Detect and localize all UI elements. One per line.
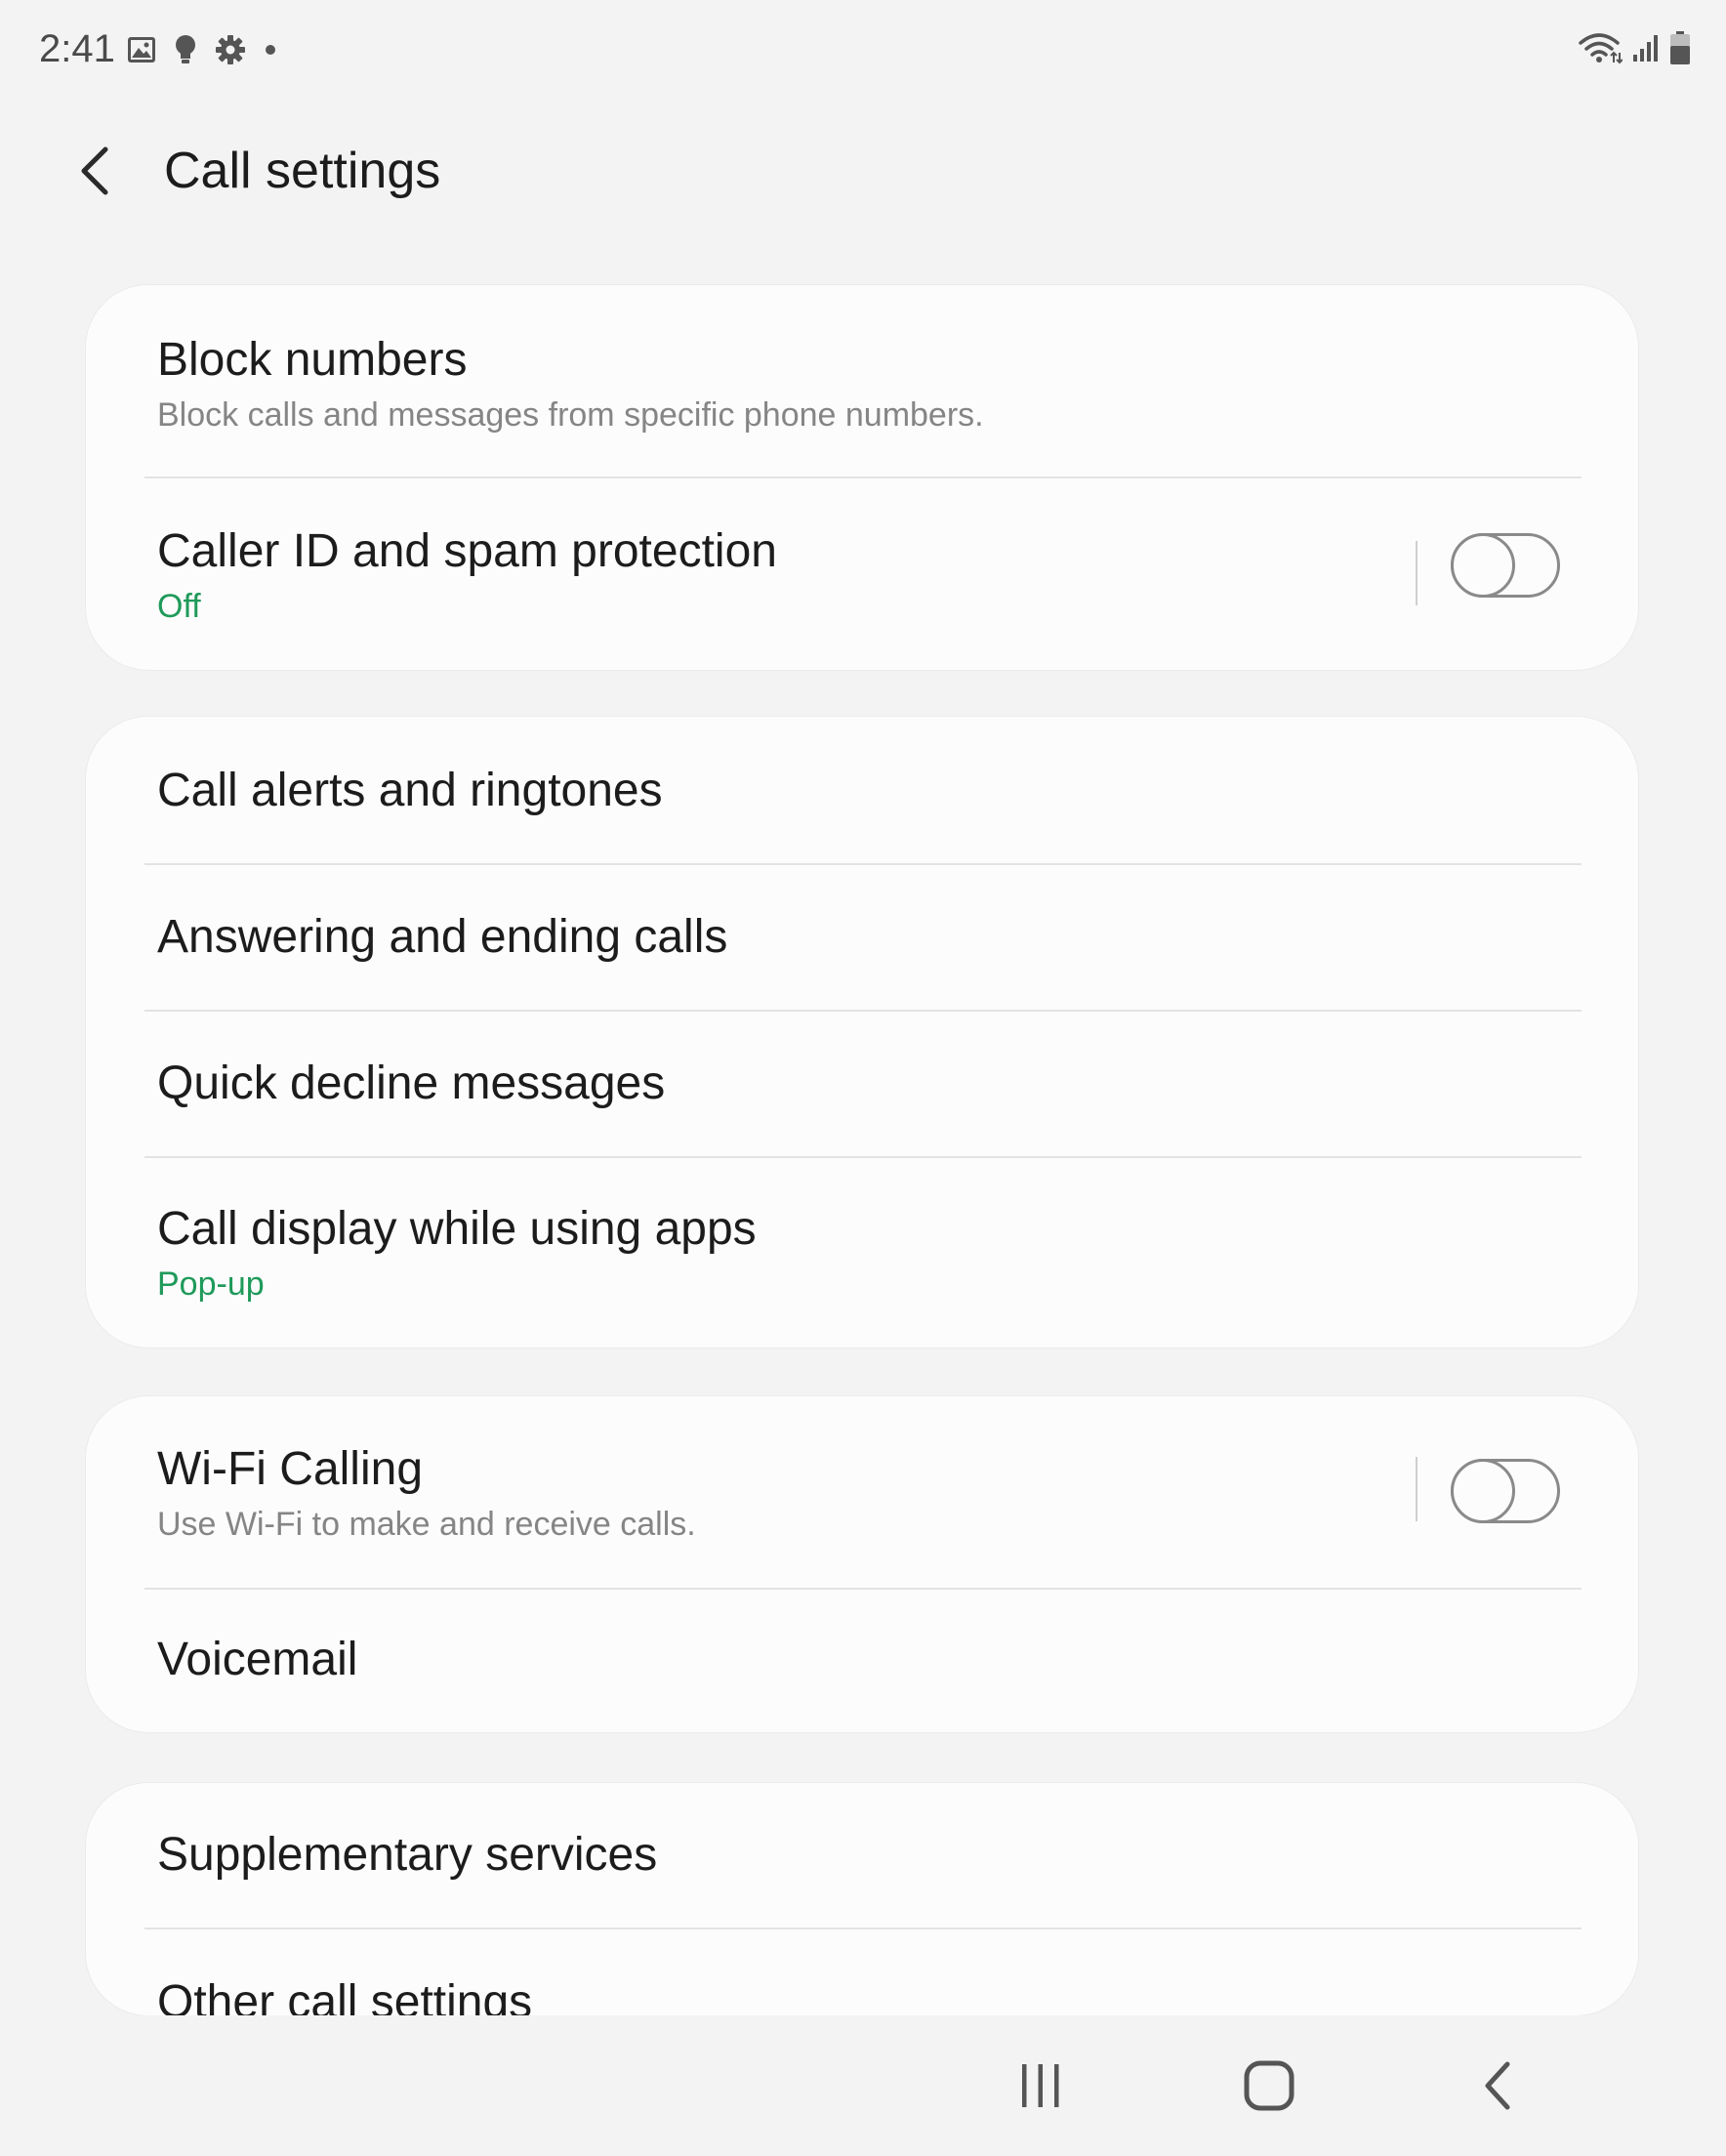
toggle-knob	[1451, 533, 1515, 598]
status-bar: 2:41	[0, 0, 1726, 98]
status-icons-left	[127, 29, 277, 70]
caller-id-spam-status: Off	[157, 588, 201, 625]
call-display-title: Call display while using apps	[157, 1203, 757, 1255]
recent-apps-button[interactable]	[992, 2037, 1089, 2135]
signal-icon	[1632, 33, 1660, 62]
quick-decline-item[interactable]: Quick decline messages	[86, 1012, 1638, 1156]
quick-decline-title: Quick decline messages	[157, 1057, 666, 1109]
status-icons-right	[1578, 27, 1691, 68]
answering-ending-title: Answering and ending calls	[157, 911, 728, 963]
gallery-icon	[127, 36, 156, 63]
call-alerts-item[interactable]: Call alerts and ringtones	[86, 717, 1638, 863]
settings-group-wifi-voicemail: Wi-Fi Calling Use Wi-Fi to make and rece…	[86, 1396, 1638, 1732]
recent-apps-icon	[1022, 2064, 1059, 2107]
battery-icon	[1669, 30, 1691, 65]
wifi-icon	[1578, 31, 1623, 64]
caller-id-spam-item[interactable]: Caller ID and spam protection Off	[86, 478, 1638, 670]
home-icon	[1244, 2060, 1294, 2111]
back-icon	[1485, 2061, 1510, 2110]
voicemail-item[interactable]: Voicemail	[86, 1590, 1638, 1732]
settings-group-blocking: Block numbers Block calls and messages f…	[86, 285, 1638, 670]
supplementary-services-title: Supplementary services	[157, 1829, 658, 1881]
call-display-status: Pop-up	[157, 1265, 265, 1303]
wifi-calling-item[interactable]: Wi-Fi Calling Use Wi-Fi to make and rece…	[86, 1396, 1638, 1588]
other-call-settings-title: Other call settings	[157, 1976, 533, 2015]
call-alerts-title: Call alerts and ringtones	[157, 765, 663, 816]
toggle-knob	[1451, 1459, 1515, 1523]
system-nav-bar	[0, 2015, 1726, 2156]
app-header: Call settings	[0, 117, 1726, 225]
home-button[interactable]	[1220, 2037, 1318, 2135]
settings-group-other: Supplementary services Other call settin…	[86, 1783, 1638, 2015]
voicemail-title: Voicemail	[157, 1634, 358, 1685]
wifi-calling-toggle[interactable]	[1451, 1459, 1560, 1523]
lightbulb-icon	[174, 34, 197, 65]
block-numbers-subtitle: Block calls and messages from specific p…	[157, 396, 984, 434]
caller-id-spam-toggle[interactable]	[1451, 533, 1560, 598]
caller-id-spam-title: Caller ID and spam protection	[157, 525, 777, 577]
block-numbers-item[interactable]: Block numbers Block calls and messages f…	[86, 285, 1638, 477]
settings-group-calls: Call alerts and ringtones Answering and …	[86, 717, 1638, 1348]
other-call-settings-item[interactable]: Other call settings	[86, 1929, 1638, 2015]
wifi-calling-title: Wi-Fi Calling	[157, 1443, 424, 1495]
status-time: 2:41	[39, 27, 115, 70]
toggle-separator	[1416, 1457, 1418, 1521]
wifi-calling-subtitle: Use Wi-Fi to make and receive calls.	[157, 1506, 696, 1543]
supplementary-services-item[interactable]: Supplementary services	[86, 1783, 1638, 1928]
toggle-separator	[1416, 541, 1418, 605]
back-button[interactable]	[64, 139, 123, 203]
gear-icon	[215, 34, 246, 65]
nav-back-button[interactable]	[1449, 2037, 1546, 2135]
call-display-item[interactable]: Call display while using apps Pop-up	[86, 1158, 1638, 1348]
chevron-left-icon	[81, 146, 108, 195]
page-title: Call settings	[164, 143, 441, 199]
answering-ending-item[interactable]: Answering and ending calls	[86, 865, 1638, 1010]
dot-icon	[264, 43, 277, 57]
block-numbers-title: Block numbers	[157, 334, 468, 386]
